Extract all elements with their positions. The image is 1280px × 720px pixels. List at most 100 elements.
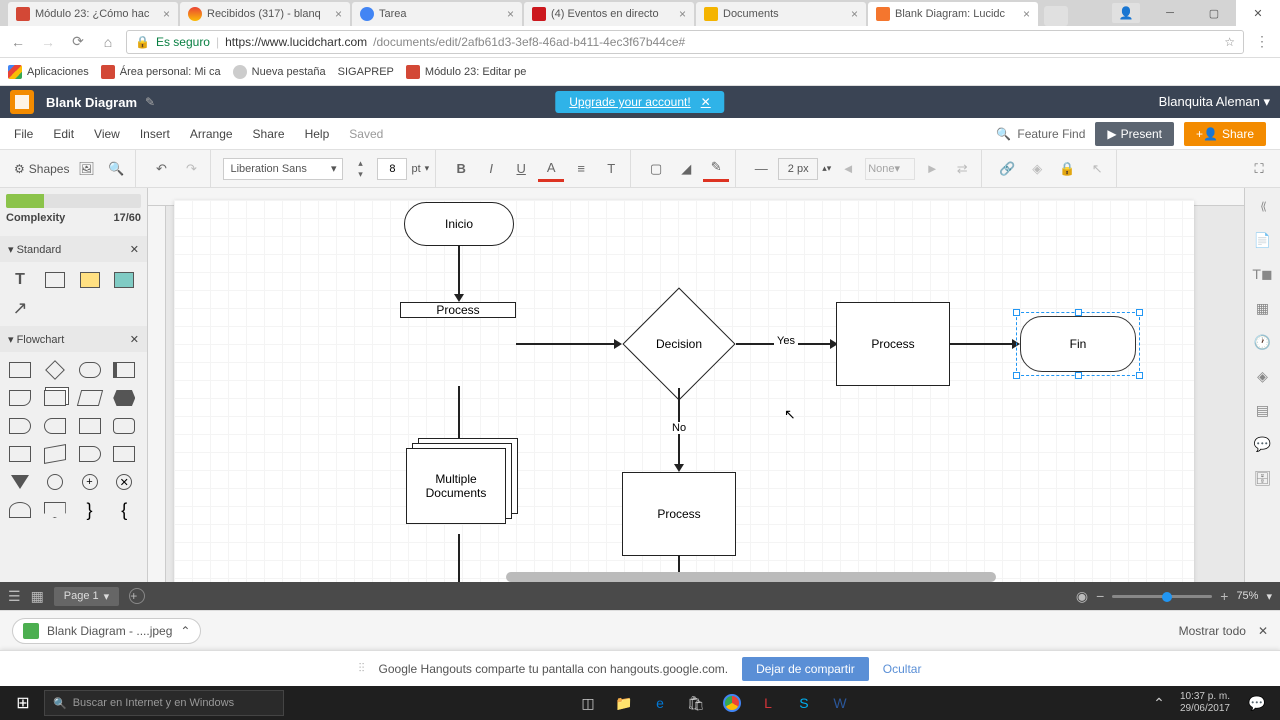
fc-shp[interactable] [41, 442, 69, 466]
apps-button[interactable]: Aplicaciones [8, 65, 89, 79]
user-menu[interactable]: Blanquita Aleman ▾ [1159, 94, 1270, 110]
close-icon[interactable]: ✕ [1258, 624, 1268, 638]
skype-icon[interactable]: S [789, 689, 819, 717]
collapse-icon[interactable]: ⟨⟨ [1253, 196, 1273, 216]
forward-icon[interactable]: → [36, 30, 60, 54]
comments-icon[interactable]: 💬 [1253, 434, 1273, 454]
section-flowchart[interactable]: ▾ Flowchart ✕ [0, 326, 147, 352]
note-shape[interactable] [76, 268, 104, 292]
process-shape[interactable]: Process [622, 472, 736, 556]
fc-sum-shape[interactable]: + [76, 470, 104, 494]
fc-hex-shape[interactable] [110, 386, 138, 410]
menu-share[interactable]: Share [253, 127, 285, 141]
menu-insert[interactable]: Insert [140, 127, 170, 141]
zoom-in-icon[interactable]: + [1220, 588, 1228, 604]
cursor-icon[interactable]: ↖ [1084, 156, 1110, 182]
zoom-slider[interactable] [1112, 595, 1212, 598]
italic-icon[interactable]: I [478, 156, 504, 182]
bookmark-item[interactable]: SIGAPREP [338, 66, 394, 78]
edge-icon[interactable]: e [645, 689, 675, 717]
browser-tab[interactable]: Blank Diagram: Lucidc× [868, 2, 1038, 26]
fc-shp[interactable] [110, 414, 138, 438]
maximize-button[interactable]: ▢ [1192, 0, 1236, 26]
upgrade-banner[interactable]: Upgrade your account! ✕ [555, 91, 724, 113]
feature-find-button[interactable]: 🔍 Feature Find [996, 127, 1085, 141]
zoom-out-icon[interactable]: − [1096, 588, 1104, 604]
fc-brace-shape[interactable]: } [76, 498, 104, 522]
menu-view[interactable]: View [94, 127, 120, 141]
text-settings-icon[interactable]: T◼ [1253, 264, 1273, 284]
edge-label-no[interactable]: No [669, 422, 689, 434]
menu-file[interactable]: File [14, 127, 33, 141]
search-icon[interactable]: 🔍 [103, 156, 129, 182]
process-shape[interactable]: Process [400, 302, 516, 318]
chevron-up-icon[interactable]: ⌃ [180, 624, 190, 638]
decision-shape[interactable]: Decision [622, 300, 736, 388]
close-button[interactable]: ✕ [1236, 0, 1280, 26]
edge-label-yes[interactable]: Yes [774, 335, 798, 347]
diagram-page[interactable]: Inicio Process Decision [174, 200, 1194, 582]
fc-or-shape[interactable]: ✕ [110, 470, 138, 494]
add-page-icon[interactable]: + [129, 588, 145, 604]
image-icon[interactable]: 🖼 [73, 156, 99, 182]
present-button[interactable]: ▶ Present [1095, 122, 1174, 146]
close-icon[interactable]: × [1023, 7, 1030, 21]
size-stepper[interactable]: ▴▾ [347, 156, 373, 182]
minimize-button[interactable]: ─ [1148, 0, 1192, 26]
gear-icon[interactable]: ⚙ [14, 162, 25, 176]
fill-icon[interactable]: ◢ [673, 156, 699, 182]
close-icon[interactable]: × [851, 7, 858, 21]
data-icon[interactable]: 🗄 [1253, 468, 1273, 488]
section-standard[interactable]: ▾ Standard ✕ [0, 236, 147, 262]
tray-up-icon[interactable]: ⌃ [1144, 689, 1174, 717]
close-icon[interactable]: ✕ [130, 243, 139, 256]
process-shape[interactable]: Process [836, 302, 950, 386]
fc-shp[interactable] [76, 414, 104, 438]
star-icon[interactable]: ☆ [1224, 35, 1235, 49]
fc-shp[interactable] [41, 414, 69, 438]
presentation-icon[interactable]: ▦ [1253, 298, 1273, 318]
fc-shp[interactable] [6, 414, 34, 438]
font-select[interactable]: Liberation Sans▾ [223, 158, 343, 180]
menu-arrange[interactable]: Arrange [190, 127, 233, 141]
notifications-icon[interactable]: 💬 [1242, 689, 1272, 717]
lock-icon[interactable]: 🔒 [1054, 156, 1080, 182]
bookmark-item[interactable]: Nueva pestaña [233, 65, 326, 79]
layers-icon[interactable]: ◈ [1024, 156, 1050, 182]
windows-search-input[interactable]: 🔍 Buscar en Internet y en Windows [44, 690, 284, 716]
connector[interactable] [516, 343, 616, 345]
reload-icon[interactable]: ⟳ [66, 30, 90, 54]
download-item[interactable]: Blank Diagram - ....jpeg ⌃ [12, 618, 201, 644]
browser-tab[interactable]: Módulo 23: ¿Cómo hac× [8, 2, 178, 26]
close-icon[interactable]: × [679, 7, 686, 21]
arrow-end-icon[interactable]: ► [919, 156, 945, 182]
text-shape[interactable]: T [6, 268, 34, 292]
browser-profile-icon[interactable]: 👤 [1112, 3, 1140, 23]
hide-button[interactable]: Ocultar [883, 662, 922, 676]
fullscreen-icon[interactable]: ⛶ [1246, 156, 1272, 182]
url-input[interactable]: 🔒 Es seguro | https://www.lucidchart.com… [126, 30, 1244, 54]
grid-view-icon[interactable]: ▦ [31, 588, 44, 605]
fc-process-shape[interactable] [6, 358, 34, 382]
master-pages-icon[interactable]: ▤ [1253, 400, 1273, 420]
zoom-value[interactable]: 75% [1236, 590, 1258, 602]
fc-shp[interactable] [6, 442, 34, 466]
connector[interactable] [458, 534, 460, 582]
connector[interactable] [950, 343, 1014, 345]
close-icon[interactable]: ✕ [130, 333, 139, 346]
browser-tab[interactable]: (4) Eventos en directo× [524, 2, 694, 26]
border-icon[interactable]: ▢ [643, 156, 669, 182]
home-icon[interactable]: ⌂ [96, 30, 120, 54]
back-icon[interactable]: ← [6, 30, 30, 54]
page-tab[interactable]: Page 1 ▾ [54, 587, 119, 606]
close-icon[interactable]: ✕ [701, 95, 711, 109]
chrome-icon[interactable] [717, 689, 747, 717]
underline-icon[interactable]: U [508, 156, 534, 182]
system-clock[interactable]: 10:37 p. m. 29/06/2017 [1180, 691, 1236, 715]
docs-icon[interactable]: 📄 [1253, 230, 1273, 250]
shapes-button[interactable]: Shapes [29, 162, 70, 176]
bookmark-item[interactable]: Módulo 23: Editar pe [406, 65, 527, 79]
file-explorer-icon[interactable]: 📁 [609, 689, 639, 717]
share-button[interactable]: +👤 Share [1184, 122, 1266, 146]
menu-edit[interactable]: Edit [53, 127, 74, 141]
